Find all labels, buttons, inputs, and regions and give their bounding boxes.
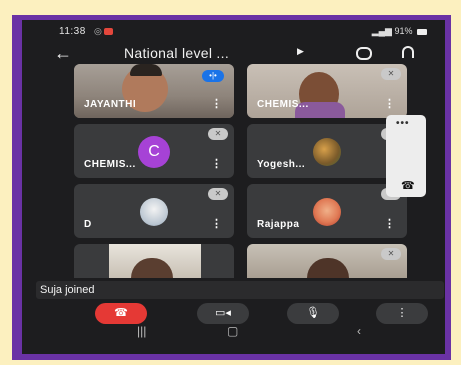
- expand-arrow-icon[interactable]: ▶: [297, 46, 304, 57]
- vertical-dots-icon: ⋮: [396, 307, 408, 319]
- participant-tile[interactable]: ✕ D ⋮: [74, 184, 234, 238]
- more-options-icon[interactable]: ⋮: [211, 217, 222, 230]
- end-call-button[interactable]: ☎: [95, 303, 147, 324]
- mic-off-icon: ✕: [208, 188, 228, 200]
- microphone-icon: 🎙: [306, 307, 320, 319]
- participant-name: CHEMIS...: [84, 159, 136, 170]
- more-options-icon[interactable]: ⋮: [211, 97, 222, 110]
- status-bar: 11:38 ◎ ▂▄▆ 91%: [22, 20, 445, 42]
- participant-tile[interactable]: [74, 244, 234, 278]
- more-options-button[interactable]: ⋮: [376, 303, 428, 324]
- meeting-title[interactable]: National level ...: [124, 45, 229, 61]
- participant-name: Yogesh...: [257, 159, 306, 170]
- speaking-indicator-icon: •|•: [202, 70, 224, 82]
- participant-name: CHEMIS...: [257, 99, 309, 110]
- more-options-icon[interactable]: ⋮: [384, 97, 395, 110]
- drag-handle-icon[interactable]: •••: [396, 118, 410, 129]
- participant-tile[interactable]: ✕ Yogesh... ⋮: [247, 124, 407, 178]
- status-right: ▂▄▆ 91%: [372, 26, 427, 37]
- camera-toggle-button[interactable]: ▭◂: [197, 303, 249, 324]
- participant-video: [109, 244, 201, 278]
- status-time: 11:38: [59, 26, 86, 37]
- participant-name: D: [84, 219, 92, 230]
- avatar: [313, 198, 341, 226]
- signal-icon: ▂▄▆: [371, 26, 392, 36]
- participant-name: Rajappa: [257, 219, 300, 230]
- mic-toggle-button[interactable]: 🎙: [287, 303, 339, 324]
- more-options-icon[interactable]: ⋮: [384, 217, 395, 230]
- avatar: [313, 138, 341, 166]
- battery-icon: [417, 28, 427, 35]
- mic-off-icon: ✕: [381, 248, 401, 260]
- floating-call-widget[interactable]: ••• ☎: [386, 115, 426, 197]
- avatar: [140, 198, 168, 226]
- mic-off-icon: ✕: [208, 128, 228, 140]
- participant-tile[interactable]: ✕ CHEMIS... ⋮: [247, 64, 407, 118]
- back-arrow-icon[interactable]: ←: [54, 42, 72, 64]
- avatar: C: [138, 136, 170, 168]
- face-shape: [131, 258, 173, 278]
- mic-off-icon: ✕: [381, 68, 401, 80]
- hang-up-icon: ☎: [114, 307, 128, 319]
- audio-output-icon[interactable]: [402, 46, 414, 58]
- face-shape: [307, 258, 349, 278]
- video-camera-icon: ▭◂: [215, 307, 231, 319]
- notification-icons: ◎: [94, 26, 113, 37]
- phone-icon[interactable]: ☎: [401, 179, 415, 192]
- participant-name: JAYANTHI: [84, 99, 137, 110]
- switch-camera-icon[interactable]: [356, 47, 372, 60]
- participant-tile[interactable]: ✕: [247, 244, 407, 278]
- participant-tile[interactable]: C ✕ CHEMIS... ⋮: [74, 124, 234, 178]
- participant-tile[interactable]: ✕ Rajappa ⋮: [247, 184, 407, 238]
- more-options-icon[interactable]: ⋮: [211, 157, 222, 170]
- participant-tile[interactable]: •|• JAYANTHI ⋮: [74, 64, 234, 118]
- battery-percent: 91%: [394, 26, 413, 36]
- join-notification: Suja joined: [36, 281, 444, 299]
